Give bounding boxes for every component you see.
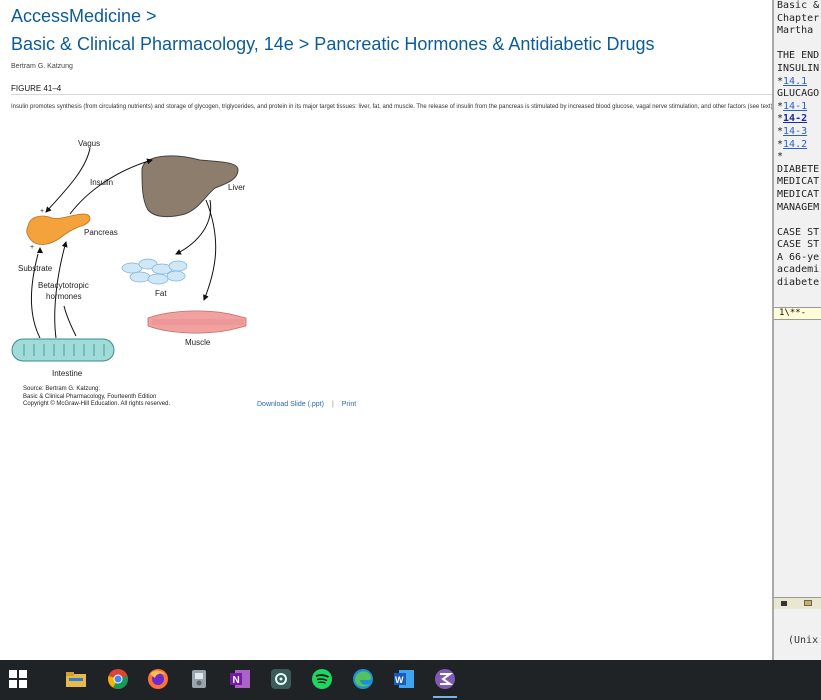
svg-text:W: W bbox=[395, 675, 404, 685]
edge-icon bbox=[353, 669, 373, 689]
plus-sign-pancreas: + bbox=[40, 208, 44, 215]
firefox-icon bbox=[148, 669, 168, 689]
plus-sign-substrate: + bbox=[30, 244, 34, 251]
insulin-figure: Vagus Insulin Liver Pancreas Substrate B… bbox=[11, 139, 247, 378]
taskbar-word[interactable]: W bbox=[390, 665, 418, 693]
author-name: Bertram G. Katzung bbox=[11, 63, 73, 70]
editor-link[interactable]: 14-1 bbox=[783, 101, 807, 112]
editor-line[interactable]: diabete bbox=[777, 277, 819, 290]
toolbar-button-icon[interactable] bbox=[804, 600, 812, 606]
editor-line[interactable]: GLUCAGO bbox=[777, 88, 819, 101]
editor-line[interactable]: MEDICAT bbox=[777, 176, 819, 189]
svg-text:N: N bbox=[233, 675, 240, 686]
editor-line[interactable]: CASE ST bbox=[777, 239, 819, 252]
figure-caption: Insulin promotes synthesis (from circula… bbox=[11, 104, 772, 110]
editor-line[interactable]: DIABETE bbox=[777, 164, 819, 177]
taskbar-onenote[interactable]: N bbox=[226, 665, 254, 693]
editor-line[interactable]: Basic & bbox=[777, 0, 819, 13]
folder-icon bbox=[66, 672, 86, 687]
text-editor-pane[interactable]: Basic & Chapter Martha THE END INSULIN *14.1… bbox=[772, 0, 821, 660]
editor-link[interactable]: 14.2 bbox=[783, 139, 807, 150]
intestine-shape bbox=[11, 338, 115, 362]
gear-icon bbox=[271, 669, 291, 689]
editor-mode-line: 1\**- bbox=[774, 307, 821, 320]
editor-line[interactable]: *14.2 bbox=[777, 139, 819, 152]
figure-label: FIGURE 41–4 bbox=[11, 84, 62, 93]
editor-line[interactable]: CASE ST bbox=[777, 227, 819, 240]
taskbar-edge[interactable] bbox=[349, 665, 377, 693]
editor-line[interactable]: academi bbox=[777, 264, 819, 277]
label-muscle: Muscle bbox=[185, 338, 211, 347]
chrome-icon bbox=[108, 669, 128, 689]
taskbar-firefox[interactable] bbox=[144, 665, 172, 693]
article-pane: AccessMedicine > Basic & Clinical Pharma… bbox=[0, 0, 772, 660]
label-pancreas: Pancreas bbox=[84, 228, 118, 237]
editor-buffer[interactable]: Basic & Chapter Martha THE END INSULIN *14.1… bbox=[777, 0, 819, 290]
editor-line[interactable]: THE END bbox=[777, 50, 819, 63]
editor-line[interactable]: INSULIN bbox=[777, 63, 819, 76]
breadcrumb[interactable]: AccessMedicine > bbox=[11, 6, 157, 27]
editor-minibuffer: (Unix bbox=[788, 635, 819, 646]
figure-actions: Download Slide (.ppt) | Print bbox=[257, 401, 356, 408]
divider bbox=[11, 94, 772, 95]
editor-toolbar bbox=[774, 597, 821, 609]
taskbar-settings-app[interactable] bbox=[267, 665, 295, 693]
label-insulin: Insulin bbox=[90, 178, 113, 187]
source-line: Copyright © McGraw-Hill Education. All r… bbox=[23, 401, 171, 407]
editor-line[interactable]: Martha bbox=[777, 25, 819, 38]
editor-line[interactable]: *14-2 bbox=[777, 113, 819, 126]
editor-line[interactable]: MANAGEM bbox=[777, 202, 819, 215]
taskbar-spotify[interactable] bbox=[308, 665, 336, 693]
taskbar-app[interactable] bbox=[185, 665, 213, 693]
taskbar-file-explorer[interactable] bbox=[62, 665, 90, 693]
editor-line[interactable]: *14-1 bbox=[777, 101, 819, 114]
windows-icon bbox=[9, 670, 27, 688]
taskbar-emacs[interactable] bbox=[431, 665, 459, 698]
editor-line[interactable]: Chapter bbox=[777, 13, 819, 26]
app-icon bbox=[192, 670, 206, 688]
source-line: Basic & Clinical Pharmacology, Fourteent… bbox=[23, 393, 157, 400]
editor-line[interactable]: *14-3 bbox=[777, 126, 819, 139]
action-separator: | bbox=[331, 401, 334, 408]
editor-line[interactable]: *14.1 bbox=[777, 76, 819, 89]
taskbar-chrome[interactable] bbox=[104, 665, 132, 693]
windows-start-button[interactable] bbox=[4, 665, 32, 693]
editor-line[interactable] bbox=[777, 38, 819, 51]
download-slide-link[interactable]: Download Slide (.ppt) bbox=[257, 401, 324, 408]
editor-line[interactable]: * bbox=[777, 151, 819, 164]
emacs-icon bbox=[435, 669, 455, 689]
word-icon: W bbox=[394, 670, 414, 688]
figure-source: Source: Bertram G. Katzung: Basic & Clin… bbox=[23, 386, 170, 409]
page-title[interactable]: Basic & Clinical Pharmacology, 14e > Pan… bbox=[11, 34, 654, 55]
label-intestine: Intestine bbox=[52, 369, 83, 378]
editor-line[interactable]: A 66-ye bbox=[777, 252, 819, 265]
editor-line[interactable]: MEDICAT bbox=[777, 189, 819, 202]
label-substrate: Substrate bbox=[18, 264, 53, 273]
muscle-shape bbox=[147, 310, 247, 334]
pancreas-shape bbox=[26, 213, 91, 245]
liver-shape bbox=[141, 155, 239, 218]
taskbar: N W bbox=[0, 660, 821, 700]
label-hormones: hormones bbox=[46, 292, 82, 301]
fat-shape bbox=[121, 258, 188, 285]
label-fat: Fat bbox=[155, 289, 167, 298]
editor-link[interactable]: 14.1 bbox=[783, 76, 807, 87]
label-liver: Liver bbox=[228, 183, 246, 192]
source-line: Source: Bertram G. Katzung: bbox=[23, 386, 101, 392]
spotify-icon bbox=[312, 669, 332, 689]
print-link[interactable]: Print bbox=[342, 401, 356, 408]
onenote-icon: N bbox=[230, 670, 250, 688]
editor-link[interactable]: 14-3 bbox=[783, 126, 807, 137]
editor-link[interactable]: 14-2 bbox=[783, 113, 807, 124]
label-betacytotropic: Betacytotropic bbox=[38, 281, 89, 290]
toolbar-button-icon[interactable] bbox=[781, 601, 787, 606]
editor-line[interactable] bbox=[777, 214, 819, 227]
label-vagus: Vagus bbox=[78, 139, 100, 148]
